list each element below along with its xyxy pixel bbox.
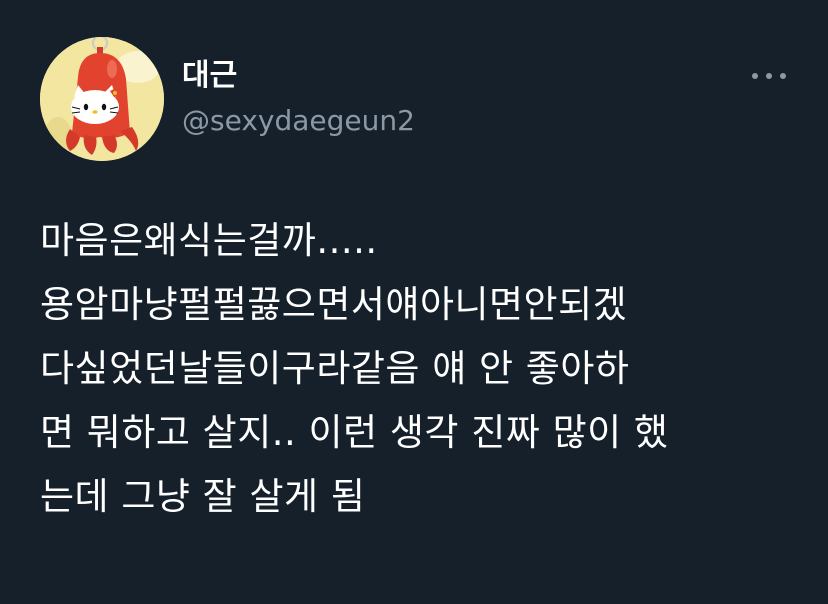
more-dots-icon[interactable] [752,66,786,86]
author-display-name[interactable]: 대근 [182,58,237,94]
more-dot [780,73,786,79]
tweet-text-line: 면 뭐하고 살지.. 이런 생각 진짜 많이 했 [40,411,669,454]
avatar[interactable] [40,37,164,161]
more-dot [752,73,758,79]
hello-kitty-octopus-avatar-icon [40,37,164,161]
tweet-text-line: 용암마냥펄펄끓으면서얘아니면안되겠 [40,283,628,326]
more-dot [766,73,772,79]
tweet: 대근 @sexydaegeun2 마음은왜식는걸까..... 용암마냥펄펄끓으면… [0,0,828,604]
tweet-text-line: 는데 그냥 잘 살게 됨 [40,475,366,518]
tweet-text-line: 마음은왜식는걸까..... [40,219,378,262]
tweet-text-line: 다싶었던날들이구라같음 얘 안 좋아하 [40,347,630,390]
author-handle[interactable]: @sexydaegeun2 [182,104,415,138]
tweet-text: 마음은왜식는걸까..... 용암마냥펄펄끓으면서얘아니면안되겠 다싶었던날들이구… [40,209,800,529]
